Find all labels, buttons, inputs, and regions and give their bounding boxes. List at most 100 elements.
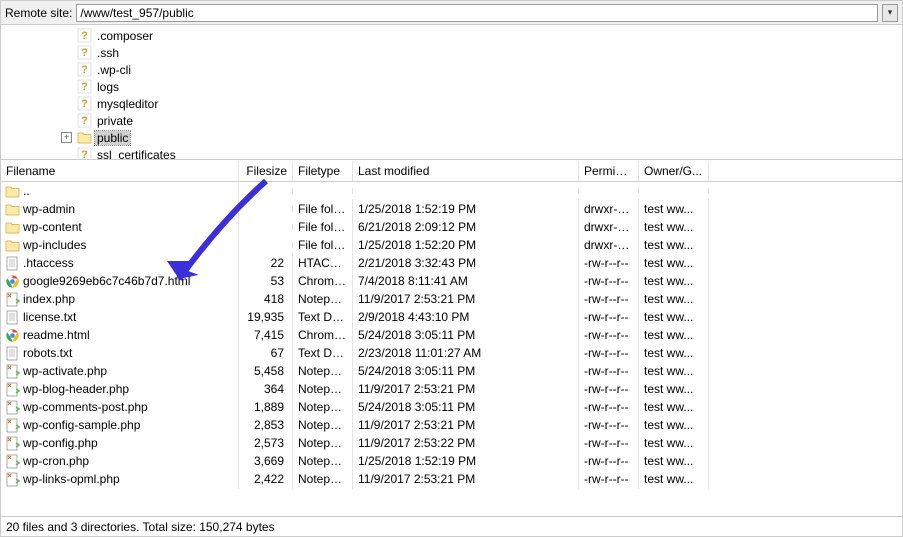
tree-item-label: public bbox=[95, 131, 130, 145]
file-owner: test ww... bbox=[639, 415, 709, 435]
file-owner: test ww... bbox=[639, 199, 709, 219]
file-date: 11/9/2017 2:53:21 PM bbox=[353, 469, 579, 489]
file-date: 1/25/2018 1:52:19 PM bbox=[353, 199, 579, 219]
file-row[interactable]: index.php418Notepad...11/9/2017 2:53:21 … bbox=[1, 290, 902, 308]
file-permissions: -rw-r--r-- bbox=[579, 361, 639, 381]
file-row[interactable]: .. bbox=[1, 182, 902, 200]
remote-site-toolbar: Remote site: ▾ bbox=[1, 1, 902, 25]
col-owner[interactable]: Owner/G... bbox=[639, 161, 709, 181]
file-name: wp-activate.php bbox=[23, 364, 107, 378]
file-date: 1/25/2018 1:52:19 PM bbox=[353, 451, 579, 471]
file-permissions: -rw-r--r-- bbox=[579, 343, 639, 363]
file-row[interactable]: wp-adminFile folder1/25/2018 1:52:19 PMd… bbox=[1, 200, 902, 218]
col-lastmodified[interactable]: Last modified bbox=[353, 161, 579, 181]
file-size: 418 bbox=[239, 289, 293, 309]
file-row[interactable]: readme.html7,415Chrome ...5/24/2018 3:05… bbox=[1, 326, 902, 344]
tree-item-label: mysqleditor bbox=[95, 97, 160, 111]
file-size bbox=[239, 242, 293, 248]
file-date: 2/23/2018 11:01:27 AM bbox=[353, 343, 579, 363]
status-bar: 20 files and 3 directories. Total size: … bbox=[1, 516, 902, 536]
unknown-icon bbox=[77, 97, 92, 111]
file-row[interactable]: wp-config-sample.php2,853Notepad...11/9/… bbox=[1, 416, 902, 434]
file-row[interactable]: wp-includesFile folder1/25/2018 1:52:20 … bbox=[1, 236, 902, 254]
col-filesize[interactable]: Filesize bbox=[239, 161, 293, 181]
file-row[interactable]: wp-cron.php3,669Notepad...1/25/2018 1:52… bbox=[1, 452, 902, 470]
file-type bbox=[293, 188, 353, 194]
file-size bbox=[239, 224, 293, 230]
file-type: Notepad... bbox=[293, 451, 353, 471]
col-filetype[interactable]: Filetype bbox=[293, 161, 353, 181]
file-type: HTACCE... bbox=[293, 253, 353, 273]
folder-icon bbox=[4, 202, 20, 216]
file-size: 5,458 bbox=[239, 361, 293, 381]
file-owner: test ww... bbox=[639, 325, 709, 345]
file-owner: test ww... bbox=[639, 433, 709, 453]
file-date: 11/9/2017 2:53:22 PM bbox=[353, 433, 579, 453]
php-icon bbox=[4, 472, 20, 486]
tree-item[interactable]: logs bbox=[1, 78, 902, 95]
file-date: 1/25/2018 1:52:20 PM bbox=[353, 235, 579, 255]
file-type: Chrome ... bbox=[293, 325, 353, 345]
file-owner: test ww... bbox=[639, 343, 709, 363]
remote-site-path-input[interactable] bbox=[76, 4, 878, 22]
file-name: index.php bbox=[23, 292, 75, 306]
file-size: 364 bbox=[239, 379, 293, 399]
file-row[interactable]: wp-blog-header.php364Notepad...11/9/2017… bbox=[1, 380, 902, 398]
tree-item[interactable]: .ssh bbox=[1, 44, 902, 61]
expand-icon[interactable]: + bbox=[61, 132, 72, 143]
file-type: Notepad... bbox=[293, 415, 353, 435]
file-size: 22 bbox=[239, 253, 293, 273]
file-owner: test ww... bbox=[639, 235, 709, 255]
php-icon bbox=[4, 382, 20, 396]
file-row[interactable]: .htaccess22HTACCE...2/21/2018 3:32:43 PM… bbox=[1, 254, 902, 272]
file-permissions: -rw-r--r-- bbox=[579, 289, 639, 309]
file-type: Text Doc... bbox=[293, 307, 353, 327]
file-row[interactable]: license.txt19,935Text Doc...2/9/2018 4:4… bbox=[1, 308, 902, 326]
file-name: google9269eb6c7c46b7d7.html bbox=[23, 274, 190, 288]
tree-item[interactable]: private bbox=[1, 112, 902, 129]
php-icon bbox=[4, 364, 20, 378]
file-row[interactable]: wp-config.php2,573Notepad...11/9/2017 2:… bbox=[1, 434, 902, 452]
file-permissions: -rw-r--r-- bbox=[579, 253, 639, 273]
text-icon bbox=[4, 346, 20, 360]
file-size: 19,935 bbox=[239, 307, 293, 327]
file-type: Notepad... bbox=[293, 433, 353, 453]
file-type: Notepad... bbox=[293, 397, 353, 417]
file-row[interactable]: google9269eb6c7c46b7d7.html53Chrome ...7… bbox=[1, 272, 902, 290]
tree-item-label: .wp-cli bbox=[95, 63, 133, 77]
tree-item[interactable]: + public bbox=[1, 129, 902, 146]
file-date: 11/9/2017 2:53:21 PM bbox=[353, 415, 579, 435]
file-date: 11/9/2017 2:53:21 PM bbox=[353, 289, 579, 309]
col-filename[interactable]: Filename bbox=[1, 161, 239, 181]
file-owner bbox=[639, 188, 709, 194]
text-icon bbox=[4, 256, 20, 270]
file-row[interactable]: wp-contentFile folder6/21/2018 2:09:12 P… bbox=[1, 218, 902, 236]
path-dropdown-button[interactable]: ▾ bbox=[882, 4, 898, 22]
unknown-icon bbox=[77, 80, 92, 94]
file-name: license.txt bbox=[23, 310, 76, 324]
col-permissions[interactable]: Permissi... bbox=[579, 161, 639, 181]
file-row[interactable]: wp-links-opml.php2,422Notepad...11/9/201… bbox=[1, 470, 902, 488]
file-name: wp-includes bbox=[23, 238, 86, 252]
file-name: .. bbox=[23, 184, 30, 198]
file-owner: test ww... bbox=[639, 217, 709, 237]
file-size: 2,422 bbox=[239, 469, 293, 489]
tree-item[interactable]: ssl_certificates bbox=[1, 146, 902, 160]
file-permissions: drwxr-xr-x bbox=[579, 217, 639, 237]
tree-item[interactable]: .composer bbox=[1, 27, 902, 44]
tree-item[interactable]: mysqleditor bbox=[1, 95, 902, 112]
file-row[interactable]: wp-activate.php5,458Notepad...5/24/2018 … bbox=[1, 362, 902, 380]
file-date: 5/24/2018 3:05:11 PM bbox=[353, 361, 579, 381]
file-size: 2,853 bbox=[239, 415, 293, 435]
tree-item[interactable]: .wp-cli bbox=[1, 61, 902, 78]
file-permissions: -rw-r--r-- bbox=[579, 307, 639, 327]
unknown-icon bbox=[77, 148, 92, 161]
folder-icon bbox=[77, 131, 92, 145]
file-date: 6/21/2018 2:09:12 PM bbox=[353, 217, 579, 237]
file-list[interactable]: .. wp-adminFile folder1/25/2018 1:52:19 P… bbox=[1, 182, 902, 516]
file-row[interactable]: robots.txt67Text Doc...2/23/2018 11:01:2… bbox=[1, 344, 902, 362]
file-size: 2,573 bbox=[239, 433, 293, 453]
file-row[interactable]: wp-comments-post.php1,889Notepad...5/24/… bbox=[1, 398, 902, 416]
directory-tree[interactable]: .composer.ssh .wp-clilogs mysqleditorpriva… bbox=[1, 25, 902, 160]
php-icon bbox=[4, 454, 20, 468]
